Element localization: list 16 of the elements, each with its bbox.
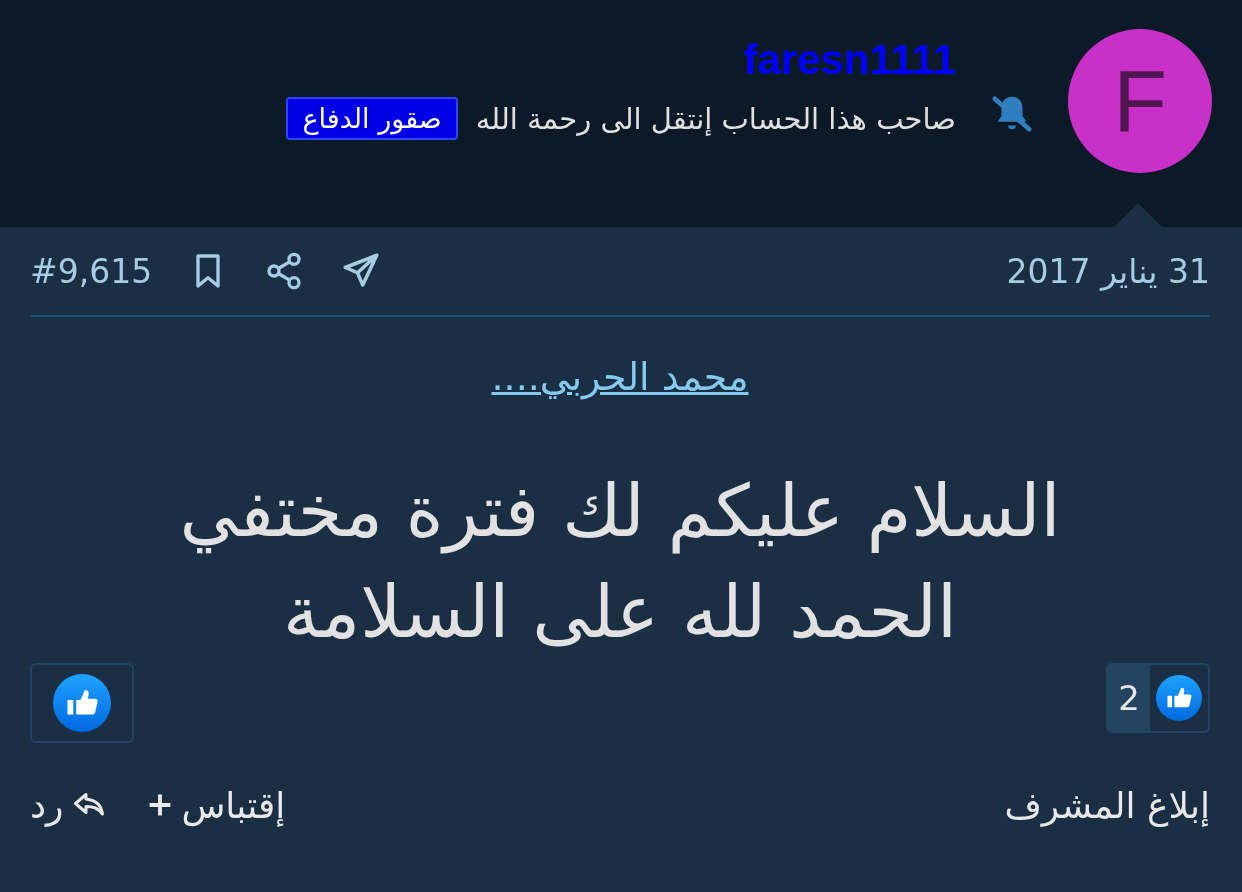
post-text: السلام عليكم لك فترة مختفي bbox=[179, 468, 1061, 556]
user-status: صاحب هذا الحساب إنتقل الى رحمة الله bbox=[475, 101, 956, 136]
post-date[interactable]: 31 يناير 2017 bbox=[1006, 251, 1210, 291]
quote-button[interactable]: إقتباس bbox=[147, 784, 286, 826]
quote-link[interactable]: محمد الحربي.... bbox=[491, 355, 749, 399]
report-link[interactable]: إبلاغ المشرف bbox=[1004, 784, 1210, 826]
user-tag: صقور الدفاع bbox=[286, 97, 458, 140]
reply-button[interactable]: رد bbox=[30, 784, 108, 826]
thumbs-up-icon bbox=[53, 673, 111, 732]
post-text: الحمد لله على السلامة bbox=[283, 568, 957, 656]
reaction-summary[interactable]: 2 bbox=[1106, 662, 1210, 733]
reaction-count: 2 bbox=[1108, 664, 1150, 731]
post-number[interactable]: #9,615 bbox=[30, 251, 153, 291]
thumbs-up-icon bbox=[1156, 674, 1202, 721]
pointer-arrow bbox=[1114, 203, 1162, 227]
like-button[interactable] bbox=[30, 662, 134, 743]
